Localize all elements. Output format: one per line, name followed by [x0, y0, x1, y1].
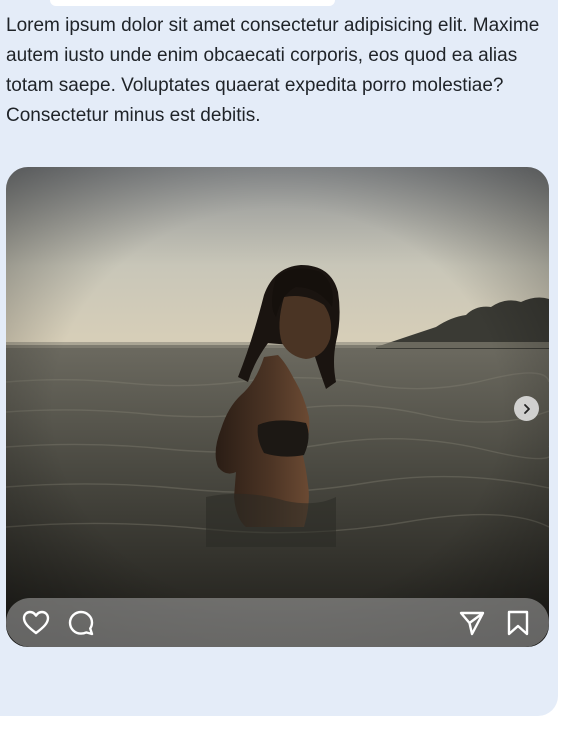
chevron-right-icon	[523, 403, 530, 414]
like-button[interactable]	[22, 609, 50, 637]
post-action-bar	[6, 598, 549, 647]
share-button[interactable]	[458, 609, 486, 637]
comment-icon	[68, 610, 94, 636]
bookmark-icon	[507, 610, 529, 636]
post-media[interactable]	[6, 167, 549, 647]
comment-button[interactable]	[67, 609, 95, 637]
post-card: Lorem ipsum dolor sit amet consectetur a…	[0, 0, 558, 716]
heart-icon	[22, 610, 50, 635]
send-icon	[459, 611, 485, 636]
next-image-button[interactable]	[514, 396, 539, 421]
post-caption: Lorem ipsum dolor sit amet consectetur a…	[6, 15, 540, 126]
post-photo	[6, 167, 549, 647]
save-button[interactable]	[504, 609, 532, 637]
top-bar-fragment	[50, 0, 335, 6]
